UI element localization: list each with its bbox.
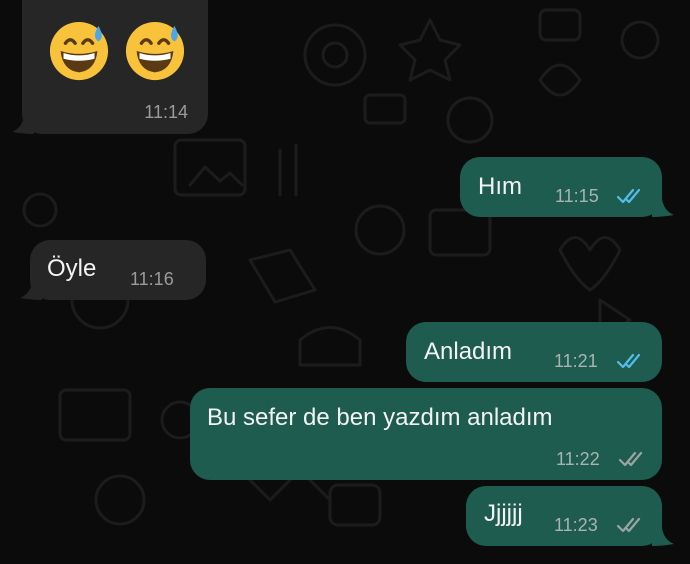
message-time: 11:15 — [555, 186, 599, 206]
grinning-face-with-sweat-emoji — [49, 21, 109, 81]
bubble-tail — [20, 282, 42, 300]
message-bubble-outgoing[interactable]: Bu sefer de ben yazdım anladım 11:22 — [190, 388, 662, 480]
message-bubble-outgoing[interactable]: Anladım 11:21 — [406, 322, 662, 382]
message-text: Hım — [478, 173, 522, 200]
bubble-tail — [12, 116, 34, 134]
bubble-tail — [652, 528, 674, 546]
message-text: Öyle — [47, 255, 97, 282]
message-time: 11:14 — [144, 102, 188, 122]
message-text: Jjjjjj — [484, 500, 523, 527]
grinning-face-with-sweat-emoji — [125, 21, 185, 81]
message-bubble-outgoing[interactable]: Hım 11:15 — [460, 157, 662, 217]
read-receipt-icon — [616, 353, 641, 369]
message-time: 11:21 — [554, 351, 598, 371]
message-time: 11:23 — [554, 515, 598, 535]
read-receipt-icon — [616, 188, 641, 204]
bubble-tail — [652, 199, 674, 217]
message-text: Anladım — [424, 338, 513, 365]
delivered-receipt-icon — [616, 517, 641, 533]
message-text: Bu sefer de ben yazdım anladım — [207, 404, 553, 431]
message-time: 11:22 — [556, 449, 600, 469]
message-bubble-incoming[interactable]: Öyle 11:16 — [30, 240, 206, 300]
message-bubble-outgoing[interactable]: Jjjjjj 11:23 — [466, 486, 662, 546]
message-bubble-incoming[interactable]: 11:14 — [22, 0, 208, 134]
delivered-receipt-icon — [618, 451, 643, 467]
message-time: 11:16 — [130, 269, 174, 289]
